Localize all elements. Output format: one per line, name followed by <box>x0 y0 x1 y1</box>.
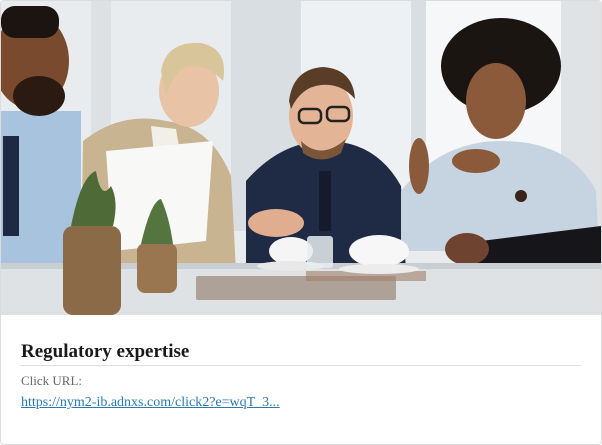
ad-card-body: Regulatory expertise Click URL: https://… <box>21 315 581 412</box>
click-url-label: Click URL: <box>21 373 83 388</box>
meeting-photo <box>1 1 601 315</box>
ad-title[interactable]: Regulatory expertise <box>21 315 581 366</box>
ad-image[interactable] <box>1 1 601 315</box>
click-url-link[interactable]: https://nym2-ib.adnxs.com/click2?e=wqT_3… <box>21 394 280 412</box>
ad-card: Regulatory expertise Click URL: https://… <box>0 0 602 445</box>
